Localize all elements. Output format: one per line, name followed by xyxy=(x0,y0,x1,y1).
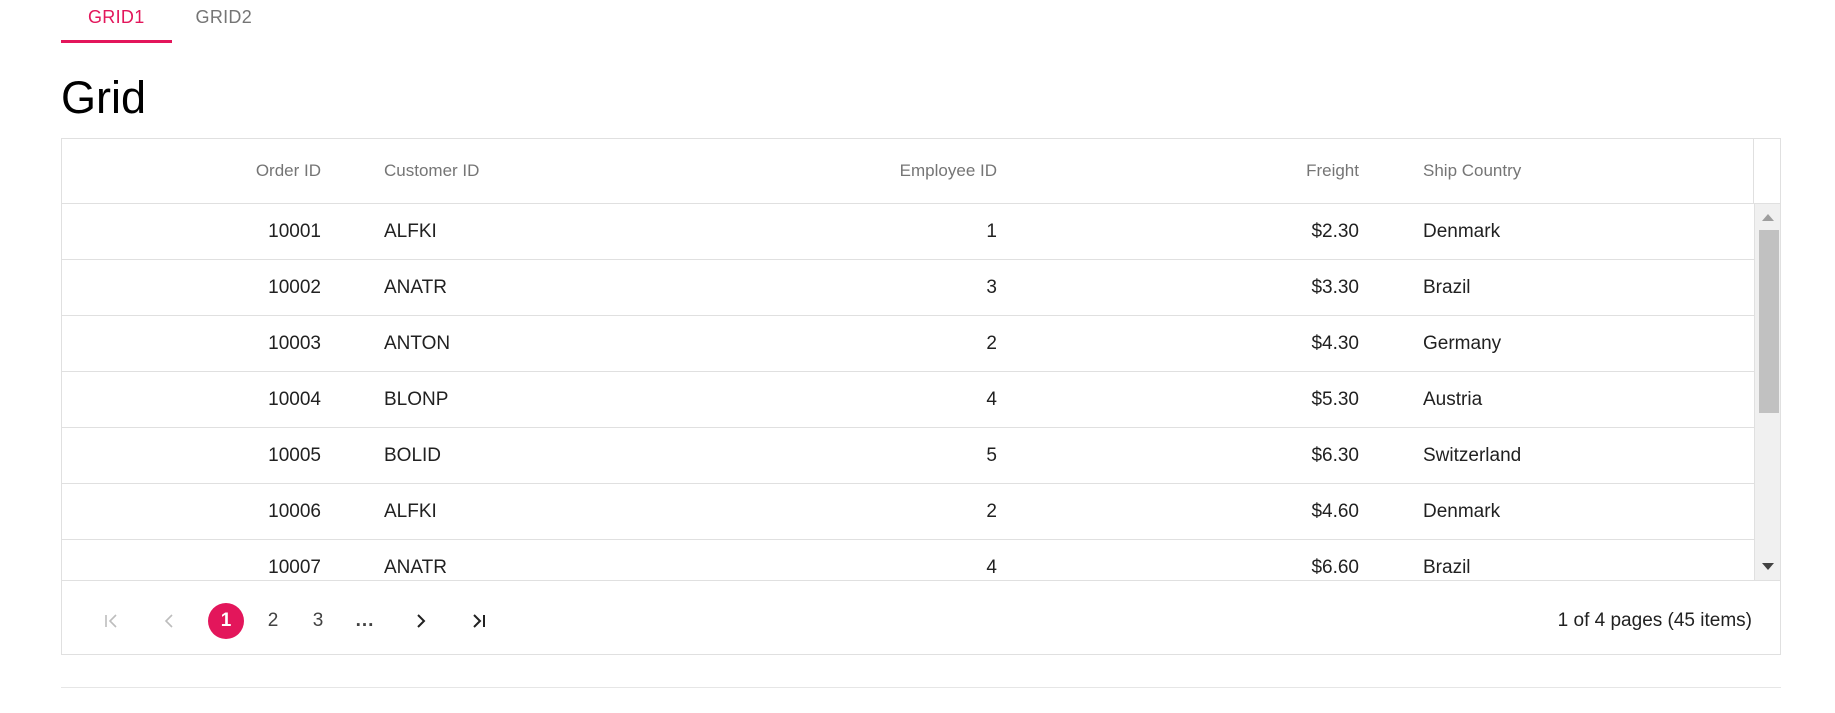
cell-employee-id: 3 xyxy=(986,276,997,298)
page-ellipsis-button[interactable]: ... xyxy=(347,603,383,639)
divider xyxy=(61,687,1781,688)
first-page-icon[interactable] xyxy=(93,603,129,639)
cell-order-id: 10006 xyxy=(268,500,321,522)
cell-employee-id: 2 xyxy=(986,332,997,354)
pager-info: 1 of 4 pages (45 items) xyxy=(1557,610,1752,631)
cell-order-id: 10002 xyxy=(268,276,321,298)
cell-freight: $2.30 xyxy=(1311,220,1359,242)
cell-employee-id: 4 xyxy=(986,556,997,578)
cell-employee-id: 5 xyxy=(986,444,997,466)
cell-ship-country: Denmark xyxy=(1423,220,1501,242)
cell-order-id: 10001 xyxy=(268,220,321,242)
cell-ship-country: Denmark xyxy=(1423,500,1501,522)
vertical-scrollbar[interactable] xyxy=(1754,204,1780,580)
table-row[interactable]: 10004 BLONP 4 $5.30 Austria xyxy=(62,372,1754,428)
cell-ship-country: Germany xyxy=(1423,332,1502,354)
cell-employee-id: 2 xyxy=(986,500,997,522)
page-title: Grid xyxy=(61,72,147,123)
column-header-freight[interactable]: Freight xyxy=(1162,139,1359,203)
page-button[interactable]: 3 xyxy=(300,603,336,639)
column-header-order-id[interactable]: Order ID xyxy=(62,139,321,203)
cell-freight: $6.30 xyxy=(1311,444,1359,466)
data-grid: Order ID Customer ID Employee ID Freight… xyxy=(61,138,1781,655)
cell-freight: $5.30 xyxy=(1311,388,1359,410)
table-row[interactable]: 10001 ALFKI 1 $2.30 Denmark xyxy=(62,204,1754,260)
cell-ship-country: Brazil xyxy=(1423,556,1471,578)
cell-freight: $4.60 xyxy=(1311,500,1359,522)
table-row[interactable]: 10003 ANTON 2 $4.30 Germany xyxy=(62,316,1754,372)
grid-header: Order ID Customer ID Employee ID Freight… xyxy=(62,139,1754,204)
cell-ship-country: Austria xyxy=(1423,388,1483,410)
table-row[interactable]: 10005 BOLID 5 $6.30 Switzerland xyxy=(62,428,1754,484)
cell-order-id: 10005 xyxy=(268,444,321,466)
cell-freight: $6.60 xyxy=(1311,556,1359,578)
grid-body: 10001 ALFKI 1 $2.30 Denmark 10002 ANATR … xyxy=(62,204,1754,580)
cell-order-id: 10004 xyxy=(268,388,321,410)
column-header-employee-id[interactable]: Employee ID xyxy=(742,139,997,203)
cell-employee-id: 1 xyxy=(986,220,997,242)
cell-ship-country: Switzerland xyxy=(1423,444,1522,466)
pager: 1 2 3 ... 1 of 4 pages (45 items) xyxy=(62,580,1780,654)
table-row[interactable]: 10007 ANATR 4 $6.60 Brazil xyxy=(62,540,1754,580)
cell-freight: $3.30 xyxy=(1311,276,1359,298)
last-page-icon[interactable] xyxy=(461,603,497,639)
scrollbar-thumb[interactable] xyxy=(1759,230,1779,413)
tab-grid2[interactable]: GRID2 xyxy=(172,0,277,43)
tab-bar: GRID1 GRID2 xyxy=(61,0,276,43)
cell-order-id: 10003 xyxy=(268,332,321,354)
table-row[interactable]: 10006 ALFKI 2 $4.60 Denmark xyxy=(62,484,1754,540)
header-scrollbar-filler xyxy=(1754,139,1780,204)
cell-freight: $4.30 xyxy=(1311,332,1359,354)
next-page-icon[interactable] xyxy=(403,603,439,639)
cell-order-id: 10007 xyxy=(268,556,321,578)
column-header-ship-country[interactable]: Ship Country xyxy=(1423,139,1723,203)
tab-grid1[interactable]: GRID1 xyxy=(61,0,172,43)
cell-ship-country: Brazil xyxy=(1423,276,1471,298)
page-button-current[interactable]: 1 xyxy=(208,603,244,639)
prev-page-icon[interactable] xyxy=(151,603,187,639)
table-row[interactable]: 10002 ANATR 3 $3.30 Brazil xyxy=(62,260,1754,316)
scroll-down-arrow-icon[interactable] xyxy=(1762,563,1774,570)
scroll-up-arrow-icon[interactable] xyxy=(1762,214,1774,221)
cell-employee-id: 4 xyxy=(986,388,997,410)
page-button[interactable]: 2 xyxy=(255,603,291,639)
